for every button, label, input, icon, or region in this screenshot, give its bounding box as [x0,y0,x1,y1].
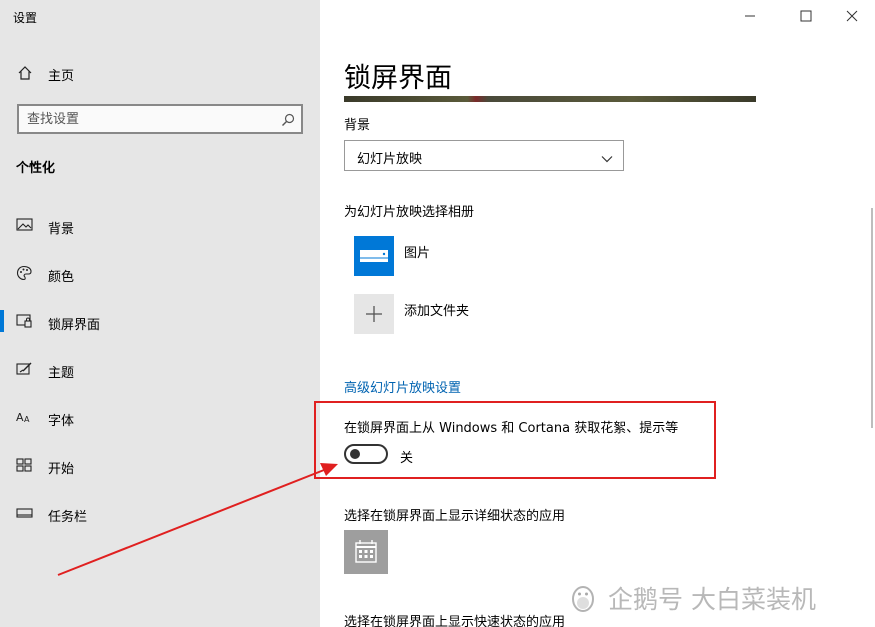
add-folder-button[interactable]: 添加文件夹 [354,294,654,334]
start-icon [16,457,33,473]
image-icon [16,217,33,233]
window-title: 设置 [13,11,38,25]
font-icon: AA [16,409,33,425]
quick-status-label: 选择在锁屏界面上显示快速状态的应用 [344,615,566,627]
background-dropdown[interactable]: 幻灯片放映 [344,140,624,171]
sidebar-item-taskbar[interactable]: 任务栏 [0,498,320,528]
svg-text:A: A [24,415,30,424]
main-content: 锁屏界面 背景 幻灯片放映 为幻灯片放映选择相册 图片 添加文件夹 高级幻灯片放… [314,0,875,627]
section-title: 个性化 [16,161,56,176]
sidebar: 设置 主页 个性化 背景 颜色 [0,0,320,627]
sidebar-item-label: 任务栏 [48,510,88,525]
detailed-status-label: 选择在锁屏界面上显示详细状态的应用 [344,509,566,524]
sidebar-item-label: 字体 [48,414,75,429]
search-box[interactable] [17,104,303,134]
scrollbar[interactable] [871,208,873,428]
sidebar-item-start[interactable]: 开始 [0,450,320,480]
sidebar-item-home[interactable]: 主页 [0,60,320,88]
detailed-status-app-button[interactable] [344,530,388,574]
watermark-text: 企鹅号 大白菜装机 [608,585,816,614]
sidebar-item-label: 颜色 [48,270,75,285]
lock-screen-preview [344,96,756,102]
dropdown-value: 幻灯片放映 [357,152,423,167]
advanced-slideshow-link[interactable]: 高级幻灯片放映设置 [344,377,461,396]
spotlight-toggle[interactable] [344,444,388,464]
minimize-icon[interactable] [742,8,758,24]
sidebar-item-themes[interactable]: 主题 [0,354,320,384]
sidebar-item-label: 主题 [48,366,75,381]
album-pictures[interactable]: 图片 [354,236,654,276]
maximize-icon[interactable] [798,8,814,24]
sidebar-item-label: 开始 [48,462,75,477]
album-item-label: 图片 [404,246,431,261]
close-icon[interactable] [844,8,860,24]
search-icon[interactable] [281,112,295,126]
home-icon [17,65,33,81]
chevron-down-icon [601,150,613,163]
sidebar-item-lock-screen[interactable]: 锁屏界面 [0,306,320,336]
add-icon [354,294,394,334]
background-label: 背景 [344,118,371,133]
sidebar-item-label: 背景 [48,222,75,237]
palette-icon [16,265,33,281]
toggle-knob [350,449,360,459]
toggle-state-label: 关 [400,451,414,466]
theme-icon [16,361,33,377]
search-input[interactable] [27,110,267,128]
svg-text:A: A [16,411,24,424]
lock-screen-icon [16,313,33,329]
settings-window: 设置 主页 个性化 背景 颜色 [0,0,875,627]
sidebar-item-label: 主页 [48,69,75,84]
selection-indicator [0,310,4,332]
page-title: 锁屏界面 [344,63,452,94]
pictures-folder-icon [354,236,394,276]
album-label: 为幻灯片放映选择相册 [344,205,475,220]
album-item-label: 添加文件夹 [404,304,470,319]
spotlight-label: 在锁屏界面上从 Windows 和 Cortana 获取花絮、提示等 [344,421,679,436]
sidebar-item-fonts[interactable]: AA 字体 [0,402,320,432]
taskbar-icon [16,505,33,521]
penguin-logo-icon [566,584,600,612]
calendar-icon [344,540,388,578]
watermark: 企鹅号 大白菜装机 [566,580,816,616]
annotation-highlight-box [314,401,716,479]
sidebar-item-background[interactable]: 背景 [0,210,320,240]
sidebar-item-colors[interactable]: 颜色 [0,258,320,288]
sidebar-item-label: 锁屏界面 [48,318,101,333]
